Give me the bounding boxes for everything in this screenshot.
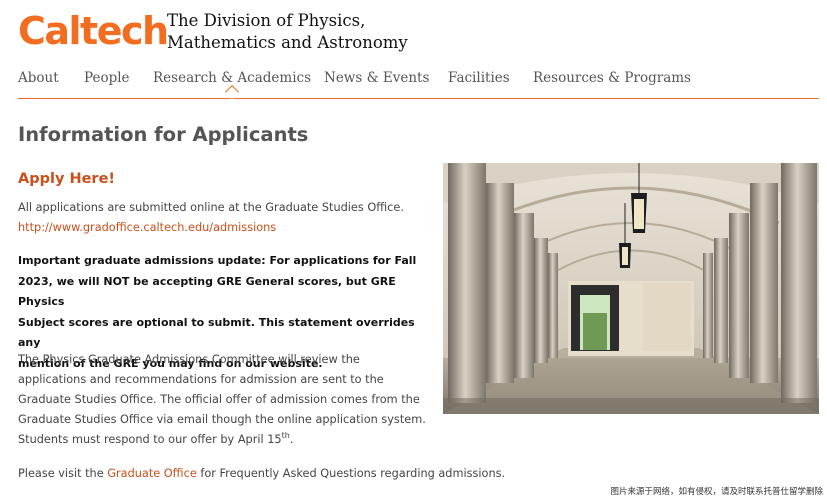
committee-line: applications and recommendations for adm… — [18, 373, 384, 386]
graduate-office-link[interactable]: Graduate Office — [107, 467, 197, 480]
page-title: Information for Applicants — [18, 123, 309, 146]
caltech-logo[interactable]: Caltech — [18, 12, 169, 50]
nav-item-facilities[interactable]: Facilities — [448, 70, 510, 86]
committee-line: Graduate Studies Office via email though… — [18, 413, 426, 426]
division-title-line-2: Mathematics and Astronomy — [167, 33, 408, 52]
committee-line: Students must respond to our offer by Ap… — [18, 430, 426, 450]
committee-line: Graduate Studies Office. The official of… — [18, 393, 420, 406]
division-title-line-1: The Division of Physics, — [167, 11, 366, 30]
main-nav: About People Research & Academics News &… — [18, 70, 819, 99]
nav-item-resources-programs[interactable]: Resources & Programs — [533, 70, 691, 86]
arcade-photo — [443, 163, 819, 414]
deadline-period: . — [289, 433, 294, 446]
deadline-text: Students must respond to our offer by Ap… — [18, 433, 282, 446]
committee-paragraph: The Physics Graduate Admissions Committe… — [18, 350, 426, 450]
gre-update-line: Important graduate admissions update: Fo… — [18, 254, 417, 267]
visit-paragraph: Please visit the Graduate Office for Fre… — [18, 464, 505, 484]
arcade-illustration — [443, 163, 819, 414]
admissions-link[interactable]: http://www.gradoffice.caltech.edu/admiss… — [18, 218, 276, 238]
apply-here-heading: Apply Here! — [18, 171, 116, 187]
gre-update-line: 2023, we will NOT be accepting GRE Gener… — [18, 274, 396, 309]
nav-item-people[interactable]: People — [84, 70, 130, 86]
deadline-suffix: th — [281, 431, 290, 441]
watermark-text: 图片来源于网络，如有侵权，请及时联系托普仕留学删除 — [610, 487, 823, 497]
visit-suffix: for Frequently Asked Questions regarding… — [196, 467, 506, 480]
committee-line: The Physics Graduate Admissions Committe… — [18, 353, 360, 366]
nav-item-research-academics[interactable]: Research & Academics — [153, 70, 311, 86]
nav-item-about[interactable]: About — [18, 70, 59, 86]
visit-prefix: Please visit the — [18, 467, 108, 480]
gre-update-line: Subject scores are optional to submit. T… — [18, 315, 415, 350]
nav-item-news-events[interactable]: News & Events — [324, 70, 429, 86]
division-title: The Division of Physics, Mathematics and… — [167, 10, 408, 54]
intro-text: All applications are submitted online at… — [18, 201, 404, 214]
